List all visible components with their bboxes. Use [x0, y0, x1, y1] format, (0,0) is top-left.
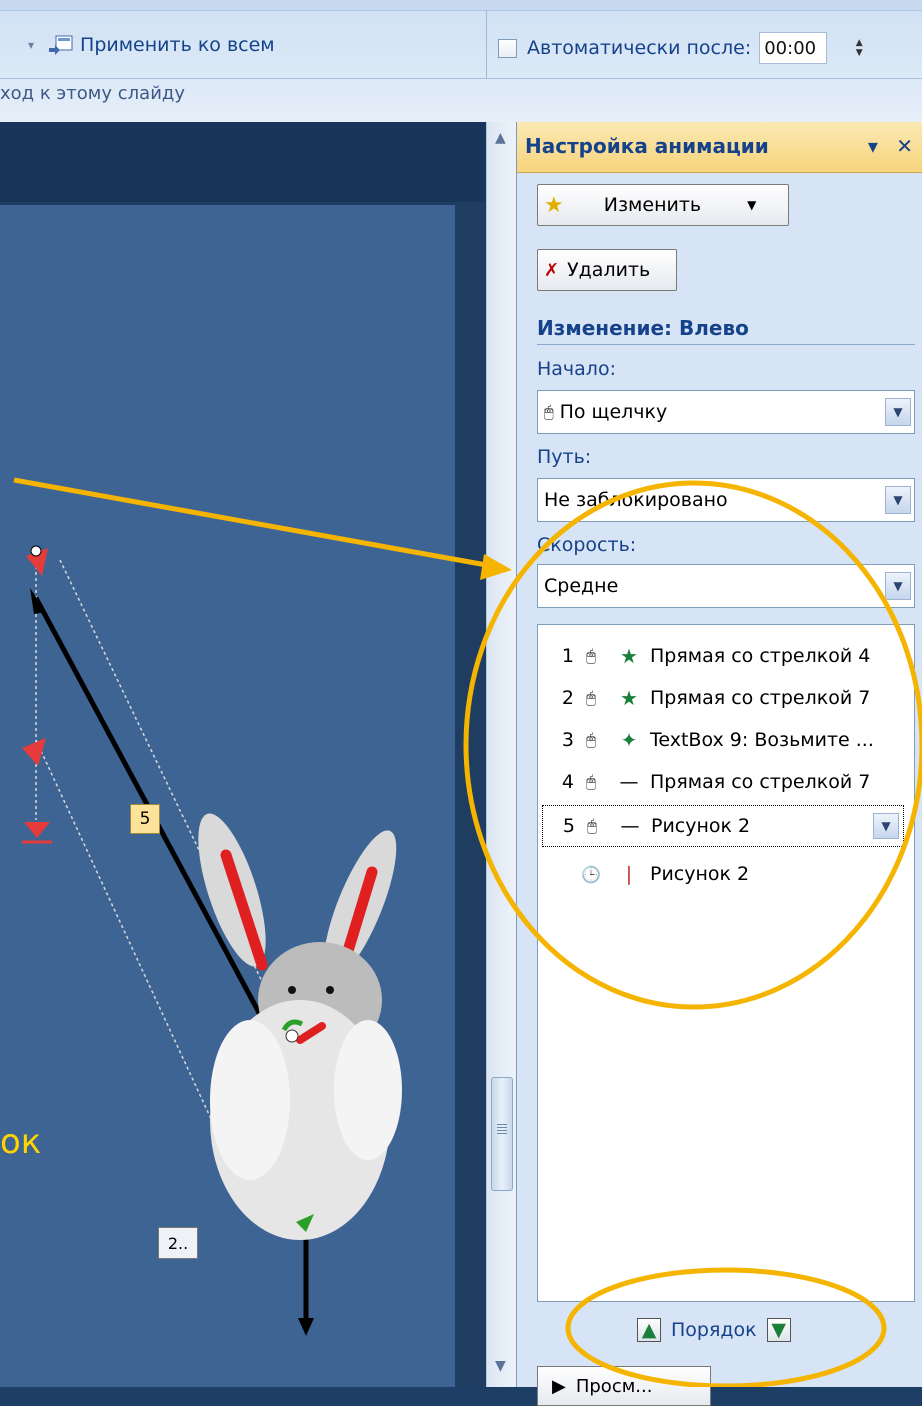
move-down-button[interactable]: ▼ — [766, 1318, 791, 1342]
mouse-click-icon: 🖱 — [586, 688, 596, 707]
start-label: Начало: — [537, 358, 616, 380]
list-item-selected[interactable]: 5 🖱 — Рисунок 2 ▼ — [542, 805, 904, 847]
arrow-up-icon: ▲ — [641, 1319, 657, 1341]
play-icon: ▶ — [552, 1375, 566, 1397]
effect-section-title: Изменение: Влево — [537, 316, 749, 340]
pane-controls: ▾ ✕ — [868, 134, 913, 158]
speed-select[interactable]: Средне ▼ — [537, 564, 915, 608]
emphasis-star-icon: ✦ — [620, 728, 638, 752]
scroll-up-icon[interactable]: ▲ — [495, 130, 506, 146]
arrow-down-icon: ▼ — [771, 1319, 786, 1341]
chevron-down-icon[interactable]: ▼ — [873, 813, 899, 839]
entrance-star-icon: ★ — [620, 686, 638, 710]
chevron-down-icon: ▼ — [747, 198, 757, 212]
path-label: Путь: — [537, 446, 592, 468]
order-label: Порядок — [671, 1319, 757, 1341]
change-effect-button[interactable]: ★ Изменить ▼ — [537, 184, 789, 226]
auto-after-checkbox[interactable] — [498, 38, 517, 58]
mouse-click-icon: 🖱 — [544, 402, 554, 421]
entrance-star-icon: ★ — [620, 644, 638, 668]
auto-after-control: Автоматически после: 00:00 ▲ ▼ — [498, 32, 865, 64]
time-spinner[interactable]: ▲ ▼ — [853, 38, 865, 58]
speed-label: Скорость: — [537, 534, 637, 556]
list-item[interactable]: 3 🖱 ✦ TextBox 9: Возьмите ... — [538, 719, 916, 761]
clock-icon: 🕒 — [581, 864, 601, 884]
slide-canvas[interactable] — [0, 205, 455, 1387]
list-item[interactable]: 🕒 | Рисунок 2 — [538, 853, 916, 895]
speed-value: Средне — [544, 575, 619, 597]
spin-up-icon[interactable]: ▲ — [856, 38, 863, 48]
mouse-click-icon: 🖱 — [587, 816, 597, 835]
mouse-click-icon: 🖱 — [586, 772, 596, 791]
animation-order-tag[interactable]: 2.. — [158, 1227, 198, 1259]
slide-scrollbar[interactable]: ▲ ▼ — [486, 122, 517, 1387]
preview-button[interactable]: ▶ Просм... — [537, 1366, 711, 1406]
mouse-click-icon: 🖱 — [586, 730, 596, 749]
animation-order-tag[interactable]: 5 — [130, 804, 160, 834]
pane-header: Настройка анимации ▾ ✕ — [517, 122, 922, 173]
delete-effect-label: Удалить — [567, 259, 651, 281]
motion-path-icon: — — [620, 815, 640, 837]
apply-to-all-button[interactable]: ▾ Применить ко всем — [28, 34, 275, 56]
list-item[interactable]: 4 🖱 — Прямая со стрелкой 7 — [538, 761, 916, 803]
apply-to-all-label: Применить ко всем — [80, 34, 275, 56]
scroll-down-icon[interactable]: ▼ — [495, 1358, 506, 1374]
delete-effect-icon: ✗ — [544, 259, 560, 281]
ribbon-separator — [486, 10, 487, 78]
spin-down-icon[interactable]: ▼ — [856, 48, 863, 58]
slide-top-gap — [0, 122, 486, 202]
path-select[interactable]: Не заблокировано ▼ — [537, 478, 915, 522]
list-item[interactable]: 2 🖱 ★ Прямая со стрелкой 7 — [538, 677, 916, 719]
chevron-down-icon[interactable]: ▼ — [885, 572, 911, 600]
ribbon: ▾ Применить ко всем Автоматически после:… — [0, 0, 922, 123]
vertical-path-icon: | — [625, 863, 633, 885]
custom-animation-pane: Настройка анимации ▾ ✕ ★ Изменить ▼ ✗ Уд… — [516, 122, 922, 1406]
ribbon-group-label: ход к этому слайду — [0, 83, 185, 104]
animation-list[interactable]: 1 🖱 ★ Прямая со стрелкой 4 2 🖱 ★ Прямая … — [537, 624, 915, 1302]
delete-effect-button[interactable]: ✗ Удалить — [537, 249, 677, 291]
ribbon-divider — [0, 78, 922, 79]
change-effect-label: Изменить — [603, 194, 702, 216]
section-divider — [537, 344, 915, 345]
scroll-thumb[interactable] — [491, 1077, 513, 1191]
preview-label: Просм... — [575, 1375, 653, 1397]
ribbon-top-strip — [0, 0, 922, 11]
close-icon[interactable]: ✕ — [896, 134, 913, 158]
apply-to-all-icon — [49, 35, 73, 55]
reorder-control: ▲ Порядок ▼ — [627, 1318, 801, 1342]
start-value: По щелчку — [559, 401, 668, 423]
motion-path-icon: — — [619, 771, 639, 793]
list-item[interactable]: 1 🖱 ★ Прямая со стрелкой 4 — [538, 635, 916, 677]
pane-menu-icon[interactable]: ▾ — [868, 134, 878, 158]
chevron-down-icon[interactable]: ▼ — [885, 486, 911, 514]
move-up-button[interactable]: ▲ — [637, 1318, 661, 1342]
slide-text-fragment: ок — [0, 1122, 42, 1162]
auto-after-time-input[interactable]: 00:00 — [759, 32, 828, 64]
star-effect-icon: ★ — [544, 192, 564, 218]
dropdown-arrow-icon: ▾ — [28, 38, 35, 52]
chevron-down-icon[interactable]: ▼ — [885, 398, 911, 426]
auto-after-label: Автоматически после: — [527, 37, 752, 59]
pane-title: Настройка анимации — [525, 134, 769, 158]
mouse-click-icon: 🖱 — [586, 646, 596, 665]
start-select[interactable]: 🖱 По щелчку ▼ — [537, 390, 915, 434]
path-value: Не заблокировано — [544, 489, 728, 511]
